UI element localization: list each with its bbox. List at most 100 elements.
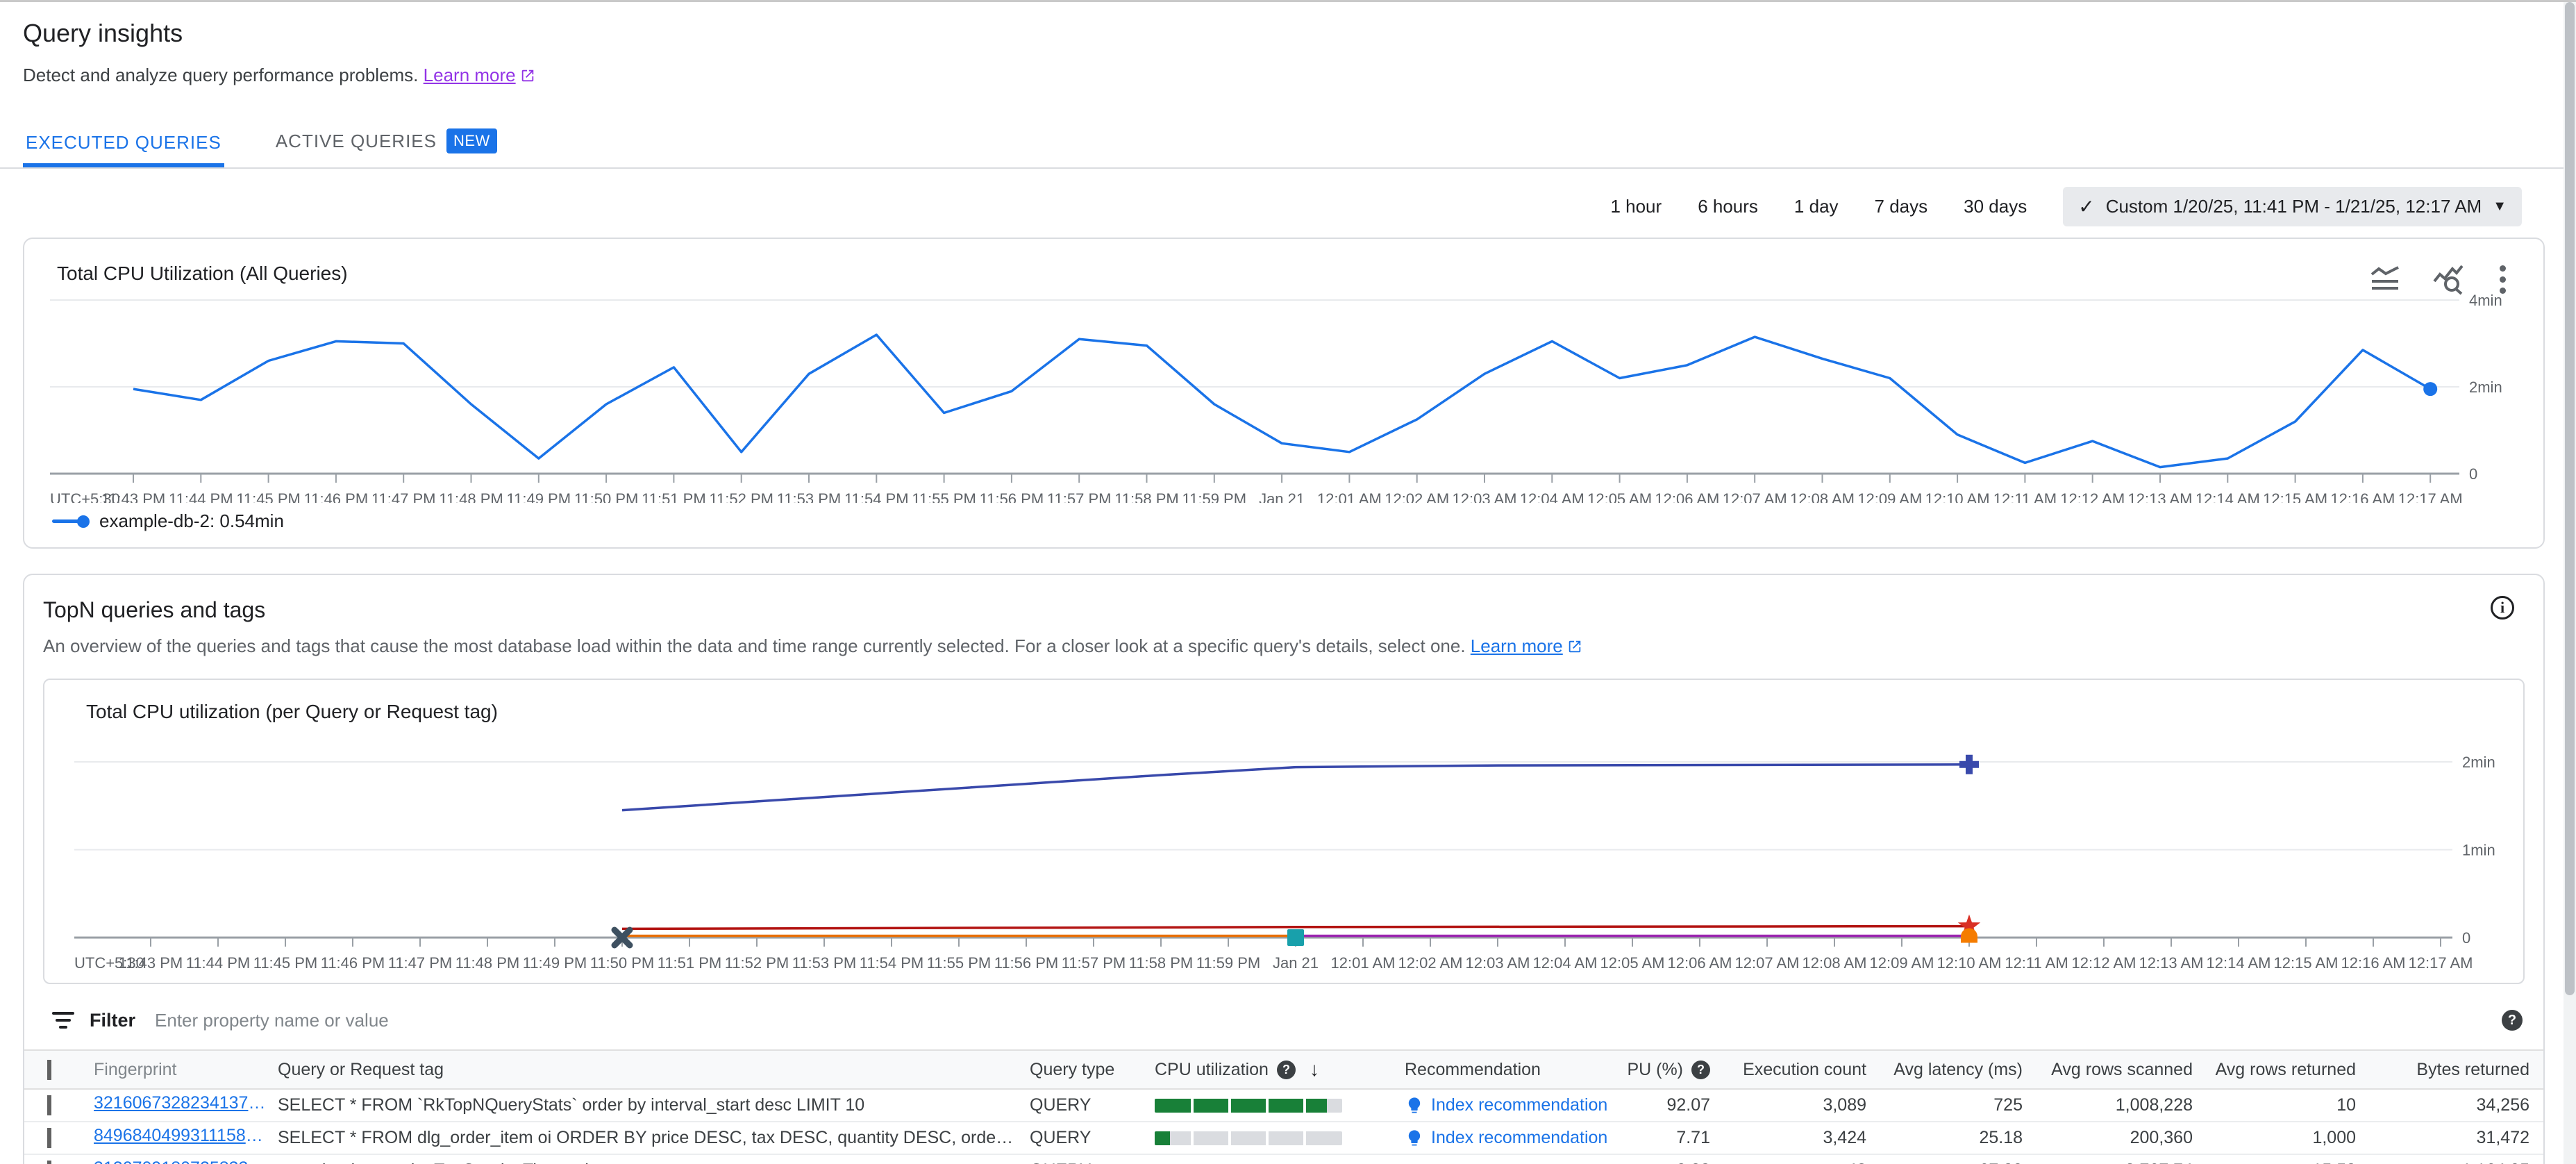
index-recommendation-link[interactable]: Index recommendation xyxy=(1405,1095,1613,1115)
tab-executed-queries[interactable]: EXECUTED QUERIES xyxy=(23,122,224,167)
explore-data-icon[interactable] xyxy=(2433,265,2465,295)
row-checkbox[interactable] xyxy=(47,1095,51,1115)
external-link-icon xyxy=(520,67,535,88)
svg-text:12:17 AM: 12:17 AM xyxy=(2398,490,2463,503)
custom-time-range-button[interactable]: ✓ Custom 1/20/25, 11:41 PM - 1/21/25, 12… xyxy=(2063,187,2522,226)
svg-text:UTC+5:30: UTC+5:30 xyxy=(74,954,144,972)
rows-scanned-cell: 200,360 xyxy=(2036,1128,2207,1148)
chart-options-icon[interactable] xyxy=(2369,266,2401,294)
col-rows-returned[interactable]: Avg rows returned xyxy=(2207,1060,2370,1080)
bytes-returned-cell: 31,472 xyxy=(2370,1128,2543,1148)
time-range-option[interactable]: 1 hour xyxy=(1610,196,1662,217)
col-query[interactable]: Query or Request tag xyxy=(278,1060,1030,1080)
col-cpu-pct[interactable]: CPU (%) ? xyxy=(1627,1060,1724,1080)
svg-text:Jan 21: Jan 21 xyxy=(1273,954,1319,972)
time-range-option[interactable]: 1 day xyxy=(1794,196,1839,217)
bytes-returned-cell: 1,164.95 xyxy=(2370,1161,2543,1164)
select-all-cell xyxy=(24,1060,94,1080)
cpu-utilization-chart[interactable]: 4min2min011:43 PM11:44 PM11:45 PM11:46 P… xyxy=(50,294,2544,503)
svg-text:11:45 PM: 11:45 PM xyxy=(253,954,318,972)
svg-text:11:51 PM: 11:51 PM xyxy=(642,490,706,503)
svg-text:12:16 AM: 12:16 AM xyxy=(2341,954,2406,972)
col-bytes-returned[interactable]: Bytes returned xyxy=(2370,1060,2543,1080)
svg-text:12:15 AM: 12:15 AM xyxy=(2263,490,2327,503)
svg-text:UTC+5:30: UTC+5:30 xyxy=(50,490,120,503)
table-header-row: Fingerprint Query or Request tag Query t… xyxy=(24,1049,2543,1090)
filter-help-icon[interactable]: ? xyxy=(2502,1010,2523,1031)
time-range-option[interactable]: 6 hours xyxy=(1698,196,1758,217)
svg-text:1min: 1min xyxy=(2462,842,2495,859)
more-options-icon[interactable] xyxy=(2497,263,2509,297)
rows-returned-cell: 10 xyxy=(2207,1095,2370,1115)
row-checkbox[interactable] xyxy=(47,1161,51,1164)
time-range-option[interactable]: 7 days xyxy=(1875,196,1928,217)
svg-text:11:55 PM: 11:55 PM xyxy=(912,490,976,503)
cpu-pct-cell: 0.08 xyxy=(1627,1161,1724,1164)
fingerprint-cell: 8496840499311158456 xyxy=(94,1126,278,1151)
svg-text:11:44 PM: 11:44 PM xyxy=(186,954,251,972)
col-exec-count[interactable]: Execution count xyxy=(1724,1060,1880,1080)
cpu-bar-cell xyxy=(1155,1099,1405,1113)
chart2-area: 2min1min011:43 PM11:44 PM11:45 PM11:46 P… xyxy=(74,742,2523,979)
cpu-utilization-card: Total CPU Utilization (All Queries) 4min… xyxy=(23,238,2545,549)
svg-text:11:49 PM: 11:49 PM xyxy=(507,490,571,503)
topn-description-text: An overview of the queries and tags that… xyxy=(43,635,1466,656)
svg-text:12:07 AM: 12:07 AM xyxy=(1723,490,1787,503)
col-cpu-utilization[interactable]: CPU utilization ? ↓ xyxy=(1155,1058,1405,1081)
filter-input[interactable] xyxy=(155,1010,2502,1031)
svg-text:12:10 AM: 12:10 AM xyxy=(1937,954,2002,972)
fingerprint-link[interactable]: 312070918072583382 xyxy=(94,1158,267,1164)
svg-text:11:48 PM: 11:48 PM xyxy=(439,490,503,503)
query-type-cell: QUERY xyxy=(1030,1128,1155,1148)
col-latency[interactable]: Avg latency (ms) xyxy=(1880,1060,2036,1080)
col-cpu-pct-label: CPU (%) xyxy=(1627,1060,1683,1080)
chart1-title: Total CPU Utilization (All Queries) xyxy=(24,263,2543,285)
cpu-bar-cell xyxy=(1155,1131,1405,1145)
svg-text:11:59 PM: 11:59 PM xyxy=(1196,954,1261,972)
svg-text:12:16 AM: 12:16 AM xyxy=(2330,490,2395,503)
cpu-utilization-help-icon[interactable]: ? xyxy=(1277,1061,1296,1079)
sort-descending-icon[interactable]: ↓ xyxy=(1310,1058,1319,1081)
chart1-area: 4min2min011:43 PM11:44 PM11:45 PM11:46 P… xyxy=(50,294,2543,506)
svg-text:12:12 AM: 12:12 AM xyxy=(2072,954,2136,972)
svg-text:11:51 PM: 11:51 PM xyxy=(658,954,722,972)
svg-text:12:05 AM: 12:05 AM xyxy=(1600,954,1665,972)
svg-text:12:05 AM: 12:05 AM xyxy=(1587,490,1652,503)
tab-bar: EXECUTED QUERIES ACTIVE QUERIES NEW xyxy=(0,119,2576,169)
exec-count-cell: 3,424 xyxy=(1724,1128,1880,1148)
svg-text:0: 0 xyxy=(2462,929,2470,947)
svg-text:12:01 AM: 12:01 AM xyxy=(1317,490,1382,503)
latency-cell: 25.18 xyxy=(1880,1128,2036,1148)
svg-text:12:03 AM: 12:03 AM xyxy=(1466,954,1530,972)
query-text-cell: sys_cloud_console_TopQueriesTimeseries xyxy=(278,1161,1030,1164)
topn-learn-more-link[interactable]: Learn more xyxy=(1471,635,1563,656)
topn-chart[interactable]: 2min1min011:43 PM11:44 PM11:45 PM11:46 P… xyxy=(74,742,2536,975)
latency-cell: 725 xyxy=(1880,1095,2036,1115)
cpu-utilization-bar xyxy=(1155,1099,1342,1113)
svg-text:12:02 AM: 12:02 AM xyxy=(1385,490,1449,503)
svg-text:12:07 AM: 12:07 AM xyxy=(1735,954,1800,972)
col-rows-scanned[interactable]: Avg rows scanned xyxy=(2036,1060,2207,1080)
col-query-type[interactable]: Query type xyxy=(1030,1060,1155,1080)
col-fingerprint[interactable]: Fingerprint xyxy=(94,1060,278,1080)
learn-more-link[interactable]: Learn more xyxy=(424,65,516,85)
svg-text:12:08 AM: 12:08 AM xyxy=(1803,954,1867,972)
index-recommendation-link[interactable]: Index recommendation xyxy=(1405,1128,1613,1148)
col-recommendation[interactable]: Recommendation xyxy=(1405,1060,1627,1080)
table-row: 3216067328234137024SELECT * FROM `RkTopN… xyxy=(24,1090,2543,1122)
select-all-checkbox[interactable] xyxy=(47,1060,51,1080)
svg-text:11:49 PM: 11:49 PM xyxy=(523,954,587,972)
svg-text:12:17 AM: 12:17 AM xyxy=(2409,954,2473,972)
cpu-pct-help-icon[interactable]: ? xyxy=(1691,1061,1710,1079)
fingerprint-link[interactable]: 3216067328234137024 xyxy=(94,1093,267,1113)
fingerprint-link[interactable]: 8496840499311158456 xyxy=(94,1126,267,1146)
page-title: Query insights xyxy=(23,19,2534,48)
topn-title: TopN queries and tags xyxy=(24,597,2543,623)
time-range-option[interactable]: 30 days xyxy=(1964,196,2027,217)
row-checkbox[interactable] xyxy=(47,1128,51,1148)
info-icon[interactable]: i xyxy=(2491,596,2514,620)
svg-text:11:53 PM: 11:53 PM xyxy=(777,490,842,503)
scrollbar-thumb[interactable] xyxy=(2565,2,2575,995)
query-text-cell: SELECT * FROM dlg_order_item oi ORDER BY… xyxy=(278,1128,1030,1148)
tab-active-queries[interactable]: ACTIVE QUERIES NEW xyxy=(273,119,500,167)
